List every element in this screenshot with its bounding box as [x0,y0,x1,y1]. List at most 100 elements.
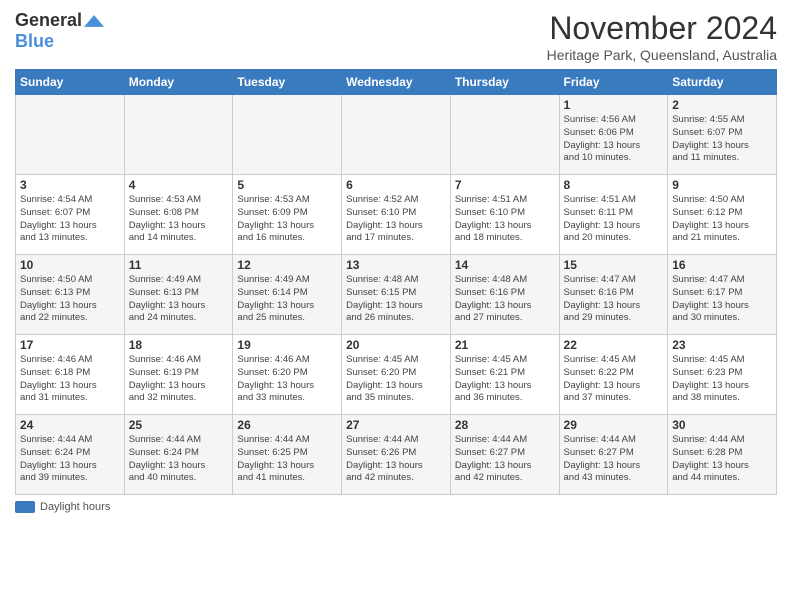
day-info: Sunrise: 4:44 AM Sunset: 6:28 PM Dayligh… [672,434,772,485]
day-info: Sunrise: 4:45 AM Sunset: 6:23 PM Dayligh… [672,354,772,405]
calendar-cell: 6 Sunrise: 4:52 AM Sunset: 6:10 PM Daylig… [342,175,451,255]
calendar-header-row: SundayMondayTuesdayWednesdayThursdayFrid… [16,70,777,95]
day-number: 13 [346,258,446,272]
header-sunday: Sunday [16,70,125,95]
day-info: Sunrise: 4:47 AM Sunset: 6:16 PM Dayligh… [564,274,664,325]
day-info: Sunrise: 4:44 AM Sunset: 6:26 PM Dayligh… [346,434,446,485]
calendar-cell: 14 Sunrise: 4:48 AM Sunset: 6:16 PM Dayli… [450,255,559,335]
day-info: Sunrise: 4:49 AM Sunset: 6:14 PM Dayligh… [237,274,337,325]
day-info: Sunrise: 4:53 AM Sunset: 6:08 PM Dayligh… [129,194,229,245]
header-friday: Friday [559,70,668,95]
calendar-cell: 22 Sunrise: 4:45 AM Sunset: 6:22 PM Dayli… [559,335,668,415]
day-number: 6 [346,178,446,192]
day-info: Sunrise: 4:46 AM Sunset: 6:19 PM Dayligh… [129,354,229,405]
calendar-cell: 17 Sunrise: 4:46 AM Sunset: 6:18 PM Dayli… [16,335,125,415]
calendar-cell: 10 Sunrise: 4:50 AM Sunset: 6:13 PM Dayli… [16,255,125,335]
calendar-cell: 8 Sunrise: 4:51 AM Sunset: 6:11 PM Daylig… [559,175,668,255]
day-number: 3 [20,178,120,192]
day-info: Sunrise: 4:49 AM Sunset: 6:13 PM Dayligh… [129,274,229,325]
day-number: 4 [129,178,229,192]
calendar-cell: 26Sunrise: 4:44 AM Sunset: 6:25 PM Dayli… [233,415,342,495]
calendar-cell: 4 Sunrise: 4:53 AM Sunset: 6:08 PM Daylig… [124,175,233,255]
calendar-cell [450,95,559,175]
calendar-cell: 2Sunrise: 4:55 AM Sunset: 6:07 PM Daylig… [668,95,777,175]
calendar-cell: 30 Sunrise: 4:44 AM Sunset: 6:28 PM Dayli… [668,415,777,495]
day-number: 14 [455,258,555,272]
day-info: Sunrise: 4:46 AM Sunset: 6:18 PM Dayligh… [20,354,120,405]
day-info: Sunrise: 4:55 AM Sunset: 6:07 PM Dayligh… [672,114,772,165]
day-number: 18 [129,338,229,352]
legend: Daylight hours [15,501,777,513]
calendar-cell: 27 Sunrise: 4:44 AM Sunset: 6:26 PM Dayli… [342,415,451,495]
day-number: 19 [237,338,337,352]
day-number: 24 [20,418,120,432]
calendar-cell: 25Sunrise: 4:44 AM Sunset: 6:24 PM Dayli… [124,415,233,495]
calendar-cell: 11 Sunrise: 4:49 AM Sunset: 6:13 PM Dayli… [124,255,233,335]
calendar-cell: 5 Sunrise: 4:53 AM Sunset: 6:09 PM Daylig… [233,175,342,255]
day-number: 22 [564,338,664,352]
day-number: 29 [564,418,664,432]
day-number: 5 [237,178,337,192]
day-number: 21 [455,338,555,352]
logo: General Blue [15,10,104,52]
day-number: 26 [237,418,337,432]
header-tuesday: Tuesday [233,70,342,95]
header-monday: Monday [124,70,233,95]
day-number: 28 [455,418,555,432]
day-info: Sunrise: 4:51 AM Sunset: 6:11 PM Dayligh… [564,194,664,245]
day-info: Sunrise: 4:54 AM Sunset: 6:07 PM Dayligh… [20,194,120,245]
calendar-week-row: 3 Sunrise: 4:54 AM Sunset: 6:07 PM Daylig… [16,175,777,255]
calendar-cell: 28Sunrise: 4:44 AM Sunset: 6:27 PM Dayli… [450,415,559,495]
day-info: Sunrise: 4:56 AM Sunset: 6:06 PM Dayligh… [564,114,664,165]
day-info: Sunrise: 4:50 AM Sunset: 6:13 PM Dayligh… [20,274,120,325]
logo-general: General [15,10,82,31]
calendar-cell [233,95,342,175]
calendar-cell [16,95,125,175]
page-header: General Blue November 2024 Heritage Park… [15,10,777,63]
location: Heritage Park, Queensland, Australia [547,47,777,63]
calendar-cell: 20 Sunrise: 4:45 AM Sunset: 6:20 PM Dayli… [342,335,451,415]
day-number: 15 [564,258,664,272]
calendar-cell: 1 Sunrise: 4:56 AM Sunset: 6:06 PM Daylig… [559,95,668,175]
day-number: 20 [346,338,446,352]
calendar-cell: 18 Sunrise: 4:46 AM Sunset: 6:19 PM Dayli… [124,335,233,415]
header-saturday: Saturday [668,70,777,95]
day-number: 17 [20,338,120,352]
day-info: Sunrise: 4:45 AM Sunset: 6:21 PM Dayligh… [455,354,555,405]
calendar-cell: 19Sunrise: 4:46 AM Sunset: 6:20 PM Dayli… [233,335,342,415]
day-number: 11 [129,258,229,272]
day-info: Sunrise: 4:48 AM Sunset: 6:16 PM Dayligh… [455,274,555,325]
day-info: Sunrise: 4:47 AM Sunset: 6:17 PM Dayligh… [672,274,772,325]
day-number: 7 [455,178,555,192]
day-number: 27 [346,418,446,432]
calendar-cell: 16 Sunrise: 4:47 AM Sunset: 6:17 PM Dayli… [668,255,777,335]
day-number: 30 [672,418,772,432]
calendar-week-row: 1 Sunrise: 4:56 AM Sunset: 6:06 PM Daylig… [16,95,777,175]
day-number: 10 [20,258,120,272]
calendar-cell: 12 Sunrise: 4:49 AM Sunset: 6:14 PM Dayli… [233,255,342,335]
calendar-cell: 7 Sunrise: 4:51 AM Sunset: 6:10 PM Daylig… [450,175,559,255]
day-number: 12 [237,258,337,272]
calendar-cell [124,95,233,175]
day-info: Sunrise: 4:45 AM Sunset: 6:20 PM Dayligh… [346,354,446,405]
calendar-cell: 24Sunrise: 4:44 AM Sunset: 6:24 PM Dayli… [16,415,125,495]
day-info: Sunrise: 4:51 AM Sunset: 6:10 PM Dayligh… [455,194,555,245]
calendar-table: SundayMondayTuesdayWednesdayThursdayFrid… [15,69,777,495]
header-thursday: Thursday [450,70,559,95]
legend-label: Daylight hours [40,501,110,513]
day-number: 25 [129,418,229,432]
day-info: Sunrise: 4:52 AM Sunset: 6:10 PM Dayligh… [346,194,446,245]
header-wednesday: Wednesday [342,70,451,95]
day-number: 16 [672,258,772,272]
calendar-cell: 29Sunrise: 4:44 AM Sunset: 6:27 PM Dayli… [559,415,668,495]
day-info: Sunrise: 4:50 AM Sunset: 6:12 PM Dayligh… [672,194,772,245]
day-number: 23 [672,338,772,352]
day-number: 9 [672,178,772,192]
day-number: 1 [564,98,664,112]
day-number: 8 [564,178,664,192]
day-info: Sunrise: 4:53 AM Sunset: 6:09 PM Dayligh… [237,194,337,245]
day-info: Sunrise: 4:48 AM Sunset: 6:15 PM Dayligh… [346,274,446,325]
calendar-week-row: 17 Sunrise: 4:46 AM Sunset: 6:18 PM Dayli… [16,335,777,415]
calendar-cell: 3 Sunrise: 4:54 AM Sunset: 6:07 PM Daylig… [16,175,125,255]
day-info: Sunrise: 4:45 AM Sunset: 6:22 PM Dayligh… [564,354,664,405]
